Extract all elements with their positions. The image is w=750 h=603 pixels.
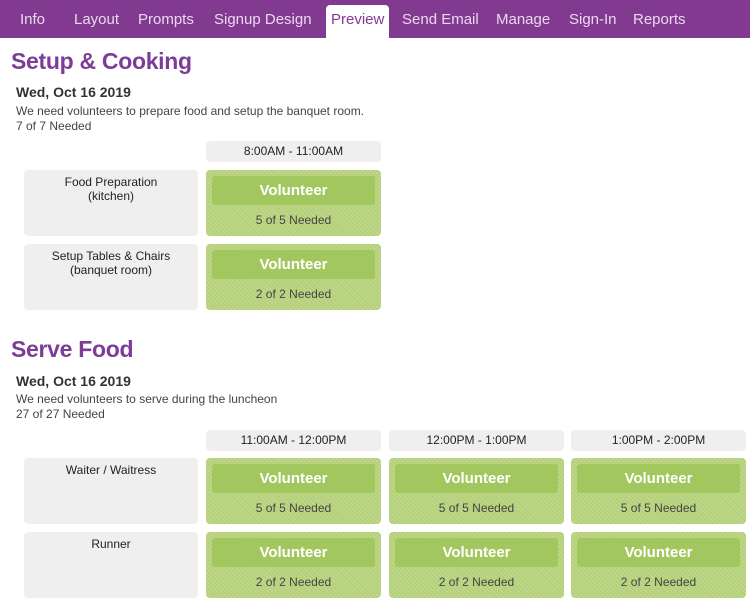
tab-preview[interactable]: Preview xyxy=(326,5,390,38)
tab-reports[interactable]: Reports xyxy=(633,5,686,38)
role-name: Setup Tables & Chairs xyxy=(51,249,171,263)
top-nav: Info Layout Prompts Signup Design Previe… xyxy=(0,0,750,38)
time-slot-header: 1:00PM - 2:00PM xyxy=(571,430,746,451)
signup-slot: Volunteer 5 of 5 Needed xyxy=(206,170,381,236)
section-description: We need volunteers to prepare food and s… xyxy=(16,104,365,118)
tab-info[interactable]: Info xyxy=(20,5,45,38)
time-slot-header: 11:00AM - 12:00PM xyxy=(206,430,381,451)
volunteer-button[interactable]: Volunteer xyxy=(212,250,375,279)
slot-needed-count: 2 of 2 Needed xyxy=(620,575,697,589)
tab-send-email[interactable]: Send Email xyxy=(402,5,479,38)
slot-needed-count: 5 of 5 Needed xyxy=(438,501,515,515)
slot-needed-count: 2 of 2 Needed xyxy=(255,575,332,589)
slot-needed-count: 5 of 5 Needed xyxy=(620,501,697,515)
role-name: Waiter / Waitress xyxy=(65,463,157,477)
volunteer-button[interactable]: Volunteer xyxy=(395,464,558,493)
section-date: Wed, Oct 16 2019 xyxy=(16,84,131,100)
time-slot-header: 12:00PM - 1:00PM xyxy=(389,430,564,451)
signup-slot: Volunteer 5 of 5 Needed xyxy=(206,458,381,524)
volunteer-button[interactable]: Volunteer xyxy=(212,538,375,567)
slot-needed-count: 2 of 2 Needed xyxy=(438,575,515,589)
slot-needed-count: 2 of 2 Needed xyxy=(255,287,332,301)
volunteer-button[interactable]: Volunteer xyxy=(395,538,558,567)
role-cell: Waiter / Waitress xyxy=(24,458,198,524)
slot-needed-count: 5 of 5 Needed xyxy=(255,213,332,227)
signup-slot: Volunteer 5 of 5 Needed xyxy=(389,458,564,524)
section-description: We need volunteers to serve during the l… xyxy=(16,392,278,406)
time-slot-header: 8:00AM - 11:00AM xyxy=(206,141,381,162)
role-name: Runner xyxy=(91,537,131,551)
role-name: Food Preparation xyxy=(64,175,158,189)
role-location: (banquet room) xyxy=(69,263,153,277)
tab-layout[interactable]: Layout xyxy=(74,5,119,38)
signup-slot: Volunteer 5 of 5 Needed xyxy=(571,458,746,524)
signup-slot: Volunteer 2 of 2 Needed xyxy=(571,532,746,598)
tab-sign-in[interactable]: Sign-In xyxy=(569,5,617,38)
role-cell: Food Preparation (kitchen) xyxy=(24,170,198,236)
tab-signup-design[interactable]: Signup Design xyxy=(214,5,312,38)
volunteer-button[interactable]: Volunteer xyxy=(577,464,740,493)
role-cell: Setup Tables & Chairs (banquet room) xyxy=(24,244,198,310)
signup-slot: Volunteer 2 of 2 Needed xyxy=(206,244,381,310)
slot-needed-count: 5 of 5 Needed xyxy=(255,501,332,515)
section-title: Setup & Cooking xyxy=(11,48,192,74)
tab-manage[interactable]: Manage xyxy=(496,5,550,38)
tab-prompts[interactable]: Prompts xyxy=(138,5,194,38)
role-location: (kitchen) xyxy=(87,189,134,203)
section-needed-count: 27 of 27 Needed xyxy=(16,407,105,421)
section-title: Serve Food xyxy=(11,336,134,362)
signup-slot: Volunteer 2 of 2 Needed xyxy=(389,532,564,598)
volunteer-button[interactable]: Volunteer xyxy=(212,464,375,493)
volunteer-button[interactable]: Volunteer xyxy=(577,538,740,567)
role-cell: Runner xyxy=(24,532,198,598)
section-needed-count: 7 of 7 Needed xyxy=(16,119,92,133)
section-date: Wed, Oct 16 2019 xyxy=(16,373,131,389)
signup-slot: Volunteer 2 of 2 Needed xyxy=(206,532,381,598)
volunteer-button[interactable]: Volunteer xyxy=(212,176,375,205)
